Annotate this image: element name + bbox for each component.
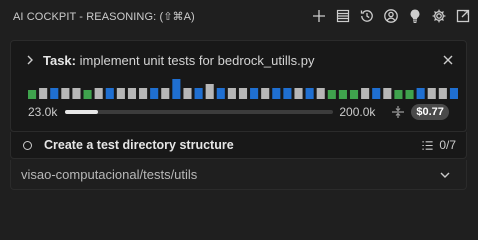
timeline-bar[interactable] [250,88,259,99]
timeline-bar[interactable] [183,88,192,99]
timeline-bar[interactable] [405,90,414,99]
timeline-bar[interactable] [105,88,114,99]
timeline-bar[interactable] [39,88,48,99]
timeline-bar[interactable] [61,88,70,99]
timeline-bar[interactable] [50,88,59,99]
plus-icon[interactable] [309,7,328,26]
timeline-bar[interactable] [94,88,103,99]
title-actions [309,7,472,26]
timeline-bar[interactable] [372,88,381,99]
history-icon[interactable] [357,7,376,26]
task-prefix: Task: [43,52,76,68]
open-external-icon[interactable] [453,7,472,26]
timeline-bar[interactable] [394,90,403,99]
timeline-bar[interactable] [116,88,125,99]
history-list-icon[interactable] [333,7,352,26]
task-title: Task: implement unit tests for bedrock_u… [43,53,314,68]
timeline-bar[interactable] [427,88,436,99]
task-card: Task: implement unit tests for bedrock_u… [10,40,467,132]
context-progress-track [65,110,334,114]
timeline-bar[interactable] [349,90,359,99]
checklist-icon [421,139,434,152]
panel-title: AI COCKPIT - REASONING: (⇧⌘A) [13,10,195,23]
task-header[interactable]: Task: implement unit tests for bedrock_u… [11,49,466,71]
timeline-bar[interactable] [205,84,214,99]
timeline-bar[interactable] [383,88,392,99]
lightbulb-icon[interactable] [405,7,424,26]
step-progress: 0/7 [421,138,456,152]
timeline-bars [28,79,458,99]
timeline-bar[interactable] [150,88,159,99]
timeline-bar[interactable] [327,90,336,99]
timeline-bar[interactable] [294,88,303,99]
chevron-down-icon[interactable] [438,168,452,182]
compress-icon[interactable] [391,105,405,119]
workspace-path: visao-computacional/tests/utils [21,167,198,182]
step-status-icon [23,140,32,150]
context-used: 23.0k [28,105,58,119]
timeline-bar[interactable] [139,88,148,99]
context-max: 200.0k [339,105,376,119]
timeline-bar[interactable] [216,88,225,99]
task-description: implement unit tests for bedrock_utills.… [79,52,315,68]
timeline-bar[interactable] [305,88,314,99]
timeline-bar[interactable] [127,88,137,99]
title-bar: AI COCKPIT - REASONING: (⇧⌘A) [0,0,478,32]
account-icon[interactable] [381,7,400,26]
timeline-bar[interactable] [83,90,92,99]
settings-icon[interactable] [429,7,448,26]
step-count: 0/7 [439,138,456,152]
message-timeline [28,79,458,99]
timeline-bar[interactable] [261,88,270,99]
context-window-row: 23.0k 200.0k $0.77 [28,103,460,121]
step-label: Create a test directory structure [44,138,234,152]
timeline-bar[interactable] [238,88,248,99]
timeline-bar[interactable] [194,88,203,99]
timeline-bar[interactable] [316,88,325,99]
current-step[interactable]: Create a test directory structure 0/7 [10,132,467,159]
timeline-bar[interactable] [438,88,447,99]
timeline-bar[interactable] [272,88,281,99]
timeline-bar[interactable] [172,79,181,99]
timeline-bar[interactable] [161,88,170,99]
timeline-bar[interactable] [361,88,370,99]
timeline-bar[interactable] [283,88,292,99]
cost-badge: $0.77 [411,104,449,120]
workspace-path-select[interactable]: visao-computacional/tests/utils [10,160,467,190]
timeline-bar[interactable] [72,88,81,99]
timeline-bar[interactable] [416,88,425,99]
close-icon[interactable] [440,52,456,68]
timeline-bar[interactable] [338,90,347,99]
chevron-right-icon[interactable] [23,53,37,67]
timeline-bar[interactable] [28,90,37,99]
timeline-bar[interactable] [227,88,236,99]
context-progress-fill [65,110,98,114]
timeline-bar[interactable] [449,88,458,99]
